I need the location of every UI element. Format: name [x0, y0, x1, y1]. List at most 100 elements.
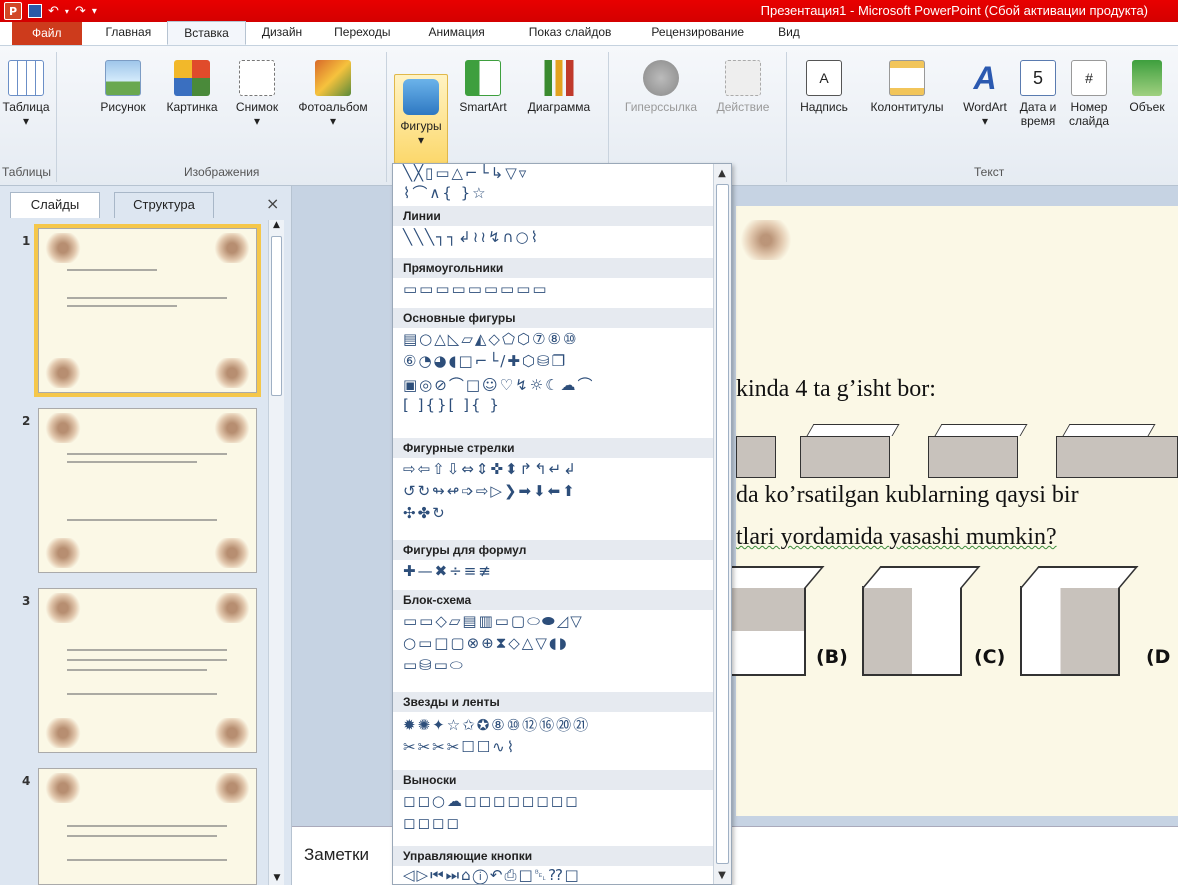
slide-number-button[interactable]: # Номер слайда [1064, 46, 1114, 128]
clipart-button[interactable]: Картинка [156, 46, 228, 114]
smartart-icon [465, 60, 501, 96]
quick-access-toolbar: P ↶ ▾ ↷ ▾ [4, 2, 97, 20]
separator [786, 52, 787, 182]
thumbnail-text [67, 649, 227, 651]
lines-row[interactable]: ╲╲╲┐┐↲≀≀↯∩○⌇ [403, 228, 540, 246]
basic-shapes-row[interactable]: ▣◎⊘⌒□☺♡↯☼☾☁⌒ [403, 374, 595, 395]
thumbnail-text [67, 519, 217, 521]
scroll-up-icon[interactable]: ▲ [714, 166, 730, 182]
flowchart-row[interactable]: ○▭□▢⊗⊕⧗◇△▽◖◗ [403, 634, 569, 652]
tab-design[interactable]: Дизайн [246, 21, 318, 45]
slide-number: 4 [22, 774, 31, 788]
arrows-row[interactable]: ✣✤↻ [403, 504, 447, 522]
date-time-button[interactable]: 5 Дата и время [1014, 46, 1062, 128]
option-label-c: (C) [974, 646, 1006, 668]
close-icon[interactable]: × [266, 194, 279, 213]
chart-button[interactable]: Диаграмма [516, 46, 602, 114]
group-label-images: Изображения [184, 165, 260, 179]
scroll-thumb[interactable] [271, 236, 282, 396]
current-slide[interactable]: kinda 4 ta g’isht bor: da ko’rsatilgan k… [706, 206, 1178, 816]
tab-insert[interactable]: Вставка [167, 21, 246, 45]
brick-shape [928, 436, 1018, 478]
globe-icon [643, 60, 679, 96]
scroll-up-icon[interactable]: ▲ [269, 220, 284, 230]
picture-button[interactable]: Рисунок [92, 46, 154, 114]
wordart-button[interactable]: A WordArt ▾ [956, 46, 1014, 128]
callouts-row[interactable]: ◻◻○☁◻◻◻◻◻◻◻◻ [403, 792, 580, 810]
tab-slides[interactable]: Слайды [10, 192, 100, 218]
brick-shape [1062, 424, 1156, 436]
slide-text-line-1: kinda 4 ta g’isht bor: [736, 376, 936, 402]
recent-shapes-row[interactable]: ╲╳▯▭△⌐└↳▽▿ [403, 164, 528, 182]
screenshot-button[interactable]: Снимок ▾ [228, 46, 286, 128]
action-buttons-row[interactable]: ◁▷⏮⏭⌂ⓘ↶⎙□␇⁇□ [403, 866, 581, 884]
textbox-button[interactable]: A Надпись [792, 46, 856, 114]
slide-thumbnail-3[interactable] [38, 588, 257, 753]
stars-row[interactable]: ✂✂✂✂☐☐∿⌇ [403, 738, 516, 756]
tab-slideshow[interactable]: Показ слайдов [507, 21, 634, 45]
flowchart-row[interactable]: ▭▭◇▱▤▥▭▢⬭⬬◿▽ [403, 612, 584, 630]
tab-transitions[interactable]: Переходы [318, 21, 406, 45]
hyperlink-button[interactable]: Гиперссылка [614, 46, 708, 114]
table-button[interactable]: Таблица ▾ [2, 46, 50, 128]
calendar-icon: 5 [1020, 60, 1056, 96]
action-button[interactable]: Действие [708, 46, 778, 114]
stars-row[interactable]: ✹✺✦☆✩✪⑧⑩⑫⑯⑳㉑ [403, 714, 590, 735]
redo-icon[interactable]: ↷ [75, 4, 86, 19]
basic-shapes-row[interactable]: [ ]{}[ ]{ } [403, 396, 501, 414]
tab-home[interactable]: Главная [90, 21, 168, 45]
tab-view[interactable]: Вид [762, 21, 816, 45]
group-label-text: Текст [974, 165, 1005, 179]
slide-number: 2 [22, 414, 31, 428]
section-equation-shapes: Фигуры для формул [393, 540, 713, 560]
photo-album-button[interactable]: Фотоальбом ▾ [288, 46, 378, 128]
shapes-button[interactable]: Фигуры ▾ [394, 74, 448, 164]
photo-album-icon [315, 60, 351, 96]
customize-toolbar-icon[interactable]: ▾ [92, 6, 97, 17]
slide-thumbnail-2[interactable] [38, 408, 257, 573]
undo-dropdown-icon[interactable]: ▾ [65, 7, 69, 16]
option-label-b: (B) [816, 646, 848, 668]
arrows-row[interactable]: ↺↻↬↫➩⇨▷❯➡⬇⬅⬆ [403, 482, 577, 500]
section-flowchart: Блок-схема [393, 590, 713, 610]
section-lines: Линии [393, 206, 713, 226]
recent-shapes-row[interactable]: ⌇⌒∧{ }☆ [403, 182, 488, 203]
object-button[interactable]: Объек [1116, 46, 1178, 114]
scroll-down-icon[interactable]: ▼ [269, 873, 285, 883]
ornament-corner [212, 233, 252, 263]
header-footer-button[interactable]: Колонтитулы [858, 46, 956, 114]
tab-animations[interactable]: Анимация [406, 21, 506, 45]
equation-row[interactable]: ✚—✖÷≡≢ [403, 562, 493, 580]
undo-icon[interactable]: ↶ [48, 4, 59, 19]
ornament-corner [43, 718, 83, 748]
save-icon[interactable] [28, 4, 42, 18]
shapes-icon [403, 79, 439, 115]
header-footer-icon [889, 60, 925, 96]
slide-thumbnail-4[interactable] [38, 768, 257, 885]
ornament-corner [43, 233, 83, 263]
tab-review[interactable]: Рецензирование [633, 21, 762, 45]
thumbnail-text [67, 669, 207, 671]
ornament-icon [736, 220, 796, 260]
tab-outline[interactable]: Структура [114, 192, 214, 218]
slide-text-line-3: tlari yordamida yasashi mumkin? [736, 524, 1057, 550]
scroll-down-icon[interactable]: ▼ [714, 868, 730, 884]
basic-shapes-row[interactable]: ▤○△◺▱◭◇⬠⬡⑦⑧⑩ [403, 330, 578, 348]
shapes-gallery[interactable]: ▲ ▼ ╲╳▯▭△⌐└↳▽▿ ⌇⌒∧{ }☆ Линии ╲╲╲┐┐↲≀≀↯∩○… [392, 163, 732, 885]
panel-tabs: Слайды Структура × [10, 192, 290, 218]
slide-number: 3 [22, 594, 31, 608]
basic-shapes-row[interactable]: ⑥◔◕◖□⌐└∕✚⬡⛁❐ [403, 352, 567, 370]
scroll-thumb[interactable] [716, 184, 729, 864]
thumbnail-text [67, 859, 227, 861]
callouts-row[interactable]: ◻◻◻◻ [403, 814, 461, 832]
thumbnail-scrollbar[interactable]: ▲ ▼ [268, 220, 284, 885]
wordart-icon: A [973, 60, 997, 96]
flowchart-row[interactable]: ▭⛁▭⬭ [403, 656, 465, 674]
arrows-row[interactable]: ⇨⇦⇧⇩⇔⇕✜⬍↱↰↵↲ [403, 460, 578, 478]
rectangles-row[interactable]: ▭▭▭▭▭▭▭▭▭ [403, 280, 549, 298]
slide-thumbnail-1[interactable] [34, 224, 261, 397]
gallery-scrollbar[interactable]: ▲ ▼ [713, 164, 731, 884]
smartart-button[interactable]: SmartArt [452, 46, 514, 114]
tab-file[interactable]: Файл [12, 22, 82, 45]
section-basic-shapes: Основные фигуры [393, 308, 713, 328]
